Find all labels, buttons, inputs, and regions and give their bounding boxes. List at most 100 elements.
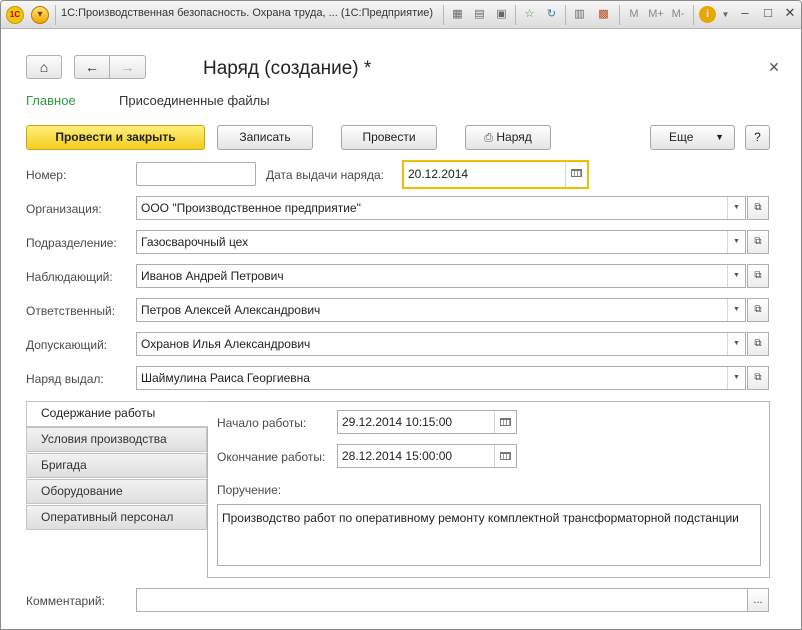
department-open-button[interactable]: ⧉ <box>747 230 769 254</box>
admitting-label: Допускающий: <box>26 338 108 352</box>
back-button[interactable]: ← <box>74 55 110 79</box>
minimize-button[interactable]: – <box>734 4 756 24</box>
organization-label: Организация: <box>26 202 102 216</box>
work-end-calendar-button[interactable] <box>494 445 516 467</box>
favorite-icon[interactable]: ☆ <box>521 6 538 23</box>
responsible-open-button[interactable]: ⧉ <box>747 298 769 322</box>
arrow-right-icon: → <box>120 59 135 75</box>
history-icon[interactable]: ↻ <box>543 6 560 23</box>
info-dropdown-icon[interactable]: ▼ <box>717 6 734 23</box>
divider <box>55 5 56 25</box>
comment-input[interactable] <box>136 588 748 612</box>
main-menu-icon[interactable]: ▾ <box>31 6 49 24</box>
close-icon: ✕ <box>768 59 780 75</box>
chevron-down-icon: ▼ <box>715 132 724 142</box>
memory-minus-button[interactable]: M- <box>667 6 689 23</box>
number-input[interactable] <box>136 162 256 186</box>
assignment-label: Поручение: <box>217 483 282 497</box>
tab-attached-files[interactable]: Присоединенные файлы <box>119 93 270 108</box>
divider <box>443 5 444 25</box>
print-icon[interactable]: ▤ <box>471 6 488 23</box>
work-start-value: 29.12.2014 10:15:00 <box>342 415 453 429</box>
save-button[interactable]: Записать <box>217 125 313 150</box>
save-icon[interactable]: ▦ <box>449 6 466 23</box>
department-value: Газосварочный цех <box>141 235 249 249</box>
open-icon: ⧉ <box>754 304 762 315</box>
post-and-close-button[interactable]: Провести и закрыть <box>26 125 205 150</box>
app-logo-icon: 1С <box>6 6 24 24</box>
number-label: Номер: <box>26 168 67 182</box>
admitting-dropdown-button[interactable]: ▼ <box>727 333 745 355</box>
printer-icon: ⎙ <box>484 132 494 144</box>
memory-m-button[interactable]: M <box>623 6 645 23</box>
work-end-label: Окончание работы: <box>217 450 326 464</box>
issued-by-input[interactable]: Шаймулина Раиса Георгиевна ▼ <box>136 366 746 390</box>
print-order-label: Наряд <box>496 130 532 144</box>
more-button[interactable]: Еще ▼ <box>650 125 735 150</box>
issued-by-value: Шаймулина Раиса Георгиевна <box>141 371 310 385</box>
admitting-input[interactable]: Охранов Илья Александрович ▼ <box>136 332 746 356</box>
post-button[interactable]: Провести <box>341 125 437 150</box>
department-dropdown-button[interactable]: ▼ <box>727 231 745 253</box>
app-window: 1С ▾ 1С:Производственная безопасность. О… <box>0 0 802 630</box>
observer-input[interactable]: Иванов Андрей Петрович ▼ <box>136 264 746 288</box>
organization-open-button[interactable]: ⧉ <box>747 196 769 220</box>
issued-by-dropdown-button[interactable]: ▼ <box>727 367 745 389</box>
issued-by-label: Наряд выдал: <box>26 372 104 386</box>
responsible-dropdown-button[interactable]: ▼ <box>727 299 745 321</box>
open-icon: ⧉ <box>754 270 762 281</box>
title-bar: 1С ▾ 1С:Производственная безопасность. О… <box>1 1 801 29</box>
comment-label: Комментарий: <box>26 594 105 608</box>
admitting-value: Охранов Илья Александрович <box>141 337 311 351</box>
department-label: Подразделение: <box>26 236 117 250</box>
side-tab-production-conditions[interactable]: Условия производства <box>26 427 207 452</box>
work-end-value: 28.12.2014 15:00:00 <box>342 449 453 463</box>
info-icon[interactable]: i <box>699 6 716 23</box>
observer-open-button[interactable]: ⧉ <box>747 264 769 288</box>
preview-icon[interactable]: ▣ <box>493 6 510 23</box>
work-start-input[interactable]: 29.12.2014 10:15:00 <box>337 410 517 434</box>
divider <box>515 5 516 25</box>
forward-button[interactable]: → <box>109 55 146 79</box>
responsible-label: Ответственный: <box>26 304 116 318</box>
calendar-icon <box>500 418 511 426</box>
more-label: Еще <box>669 130 694 144</box>
home-button[interactable]: ⌂ <box>26 55 62 79</box>
print-order-button[interactable]: ⎙ Наряд <box>465 125 551 150</box>
issued-by-open-button[interactable]: ⧉ <box>747 366 769 390</box>
department-input[interactable]: Газосварочный цех ▼ <box>136 230 746 254</box>
open-icon: ⧉ <box>754 338 762 349</box>
open-icon: ⧉ <box>754 236 762 247</box>
window-title: 1С:Производственная безопасность. Охрана… <box>61 7 434 19</box>
divider <box>693 5 694 25</box>
calendar-icon <box>500 452 511 460</box>
open-icon: ⧉ <box>754 372 762 383</box>
organization-input[interactable]: ООО "Производственное предприятие" ▼ <box>136 196 746 220</box>
memory-plus-button[interactable]: M+ <box>645 6 667 23</box>
divider <box>565 5 566 25</box>
form-close-button[interactable]: ✕ <box>767 59 781 76</box>
admitting-open-button[interactable]: ⧉ <box>747 332 769 356</box>
tab-main[interactable]: Главное <box>26 93 76 108</box>
side-tab-equipment[interactable]: Оборудование <box>26 479 207 504</box>
organization-dropdown-button[interactable]: ▼ <box>727 197 745 219</box>
observer-value: Иванов Андрей Петрович <box>141 269 284 283</box>
calendar-picker-button[interactable] <box>565 162 587 187</box>
issue-date-input[interactable]: 20.12.2014 <box>402 160 589 189</box>
work-start-calendar-button[interactable] <box>494 411 516 433</box>
open-icon: ⧉ <box>754 202 762 213</box>
window-close-button[interactable]: ✕ <box>779 4 801 24</box>
comment-edit-button[interactable]: ... <box>747 588 769 612</box>
work-end-input[interactable]: 28.12.2014 15:00:00 <box>337 444 517 468</box>
maximize-button[interactable]: □ <box>757 4 779 24</box>
calculator-icon[interactable]: ▥ <box>571 6 588 23</box>
assignment-textarea[interactable]: Производство работ по оперативному ремон… <box>217 504 761 566</box>
help-button[interactable]: ? <box>745 125 770 150</box>
responsible-input[interactable]: Петров Алексей Александрович ▼ <box>136 298 746 322</box>
organization-value: ООО "Производственное предприятие" <box>141 201 361 215</box>
side-tab-brigade[interactable]: Бригада <box>26 453 207 478</box>
observer-dropdown-button[interactable]: ▼ <box>727 265 745 287</box>
side-tab-operational-staff[interactable]: Оперативный персонал <box>26 505 207 530</box>
side-tab-work-content[interactable]: Содержание работы <box>26 401 208 427</box>
calendar-icon[interactable]: ▩ <box>595 6 612 23</box>
